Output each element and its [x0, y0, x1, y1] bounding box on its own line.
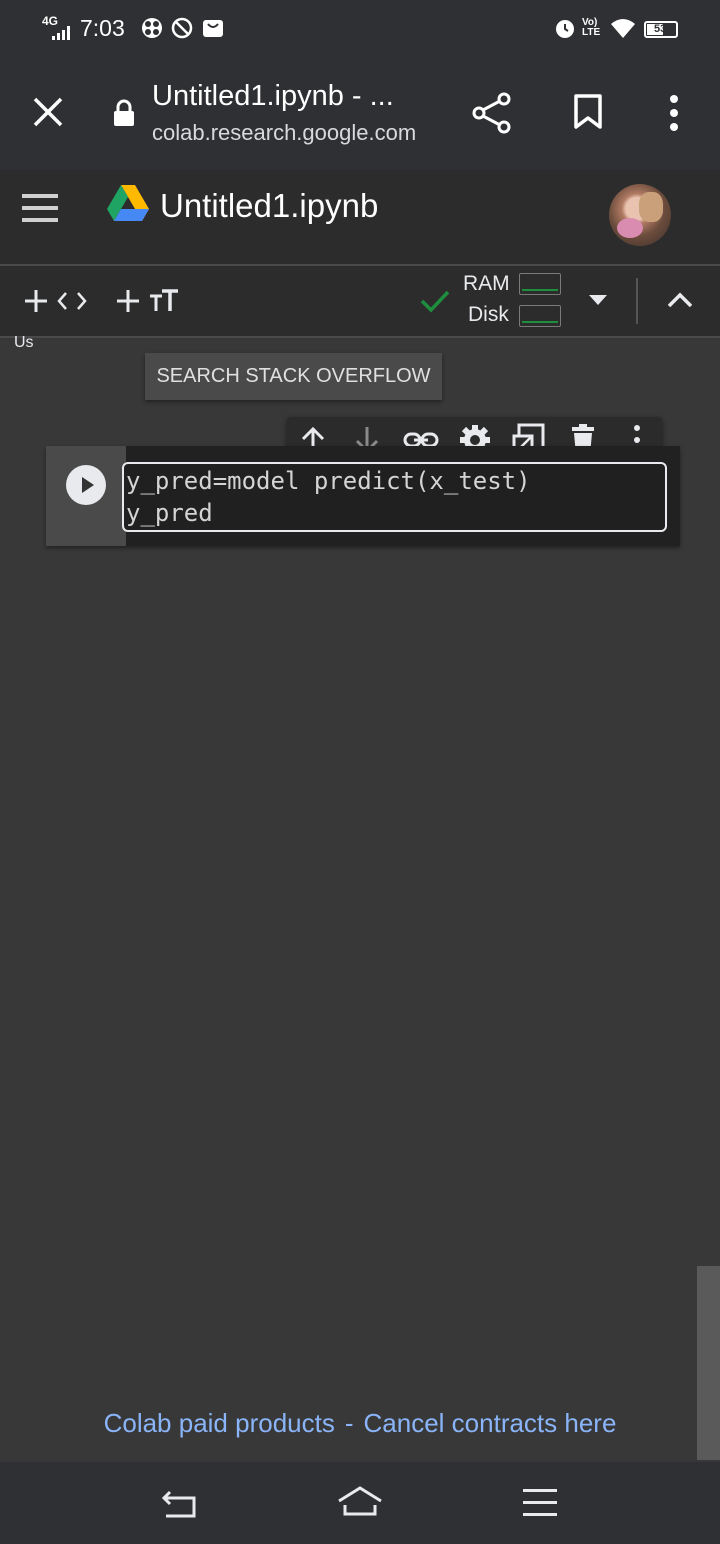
bookmark-icon[interactable]: [573, 94, 603, 130]
search-stack-overflow-tooltip[interactable]: SEARCH STACK OVERFLOW: [145, 353, 442, 400]
resources-dropdown-icon[interactable]: [589, 295, 607, 307]
wifi-icon: [611, 19, 635, 38]
truncated-label: Us: [14, 334, 34, 351]
connected-check-icon: [420, 290, 450, 313]
add-text-cell-button[interactable]: [114, 286, 184, 316]
page-title: Untitled1.ipynb - ...: [152, 80, 394, 112]
add-code-cell-button[interactable]: [22, 286, 92, 316]
colab-paid-products-link[interactable]: Colab paid products: [104, 1408, 335, 1438]
footer-links: Colab paid products - Cancel contracts her…: [0, 1408, 720, 1439]
battery-level: 53: [654, 23, 667, 35]
google-drive-icon[interactable]: [107, 185, 149, 223]
dnd-icon: [171, 17, 193, 39]
volte-indicator: Vo) LTE: [582, 17, 601, 38]
share-icon[interactable]: [472, 92, 512, 134]
signal-icon: [52, 26, 70, 40]
cancel-contracts-link[interactable]: Cancel contracts here: [364, 1408, 617, 1438]
notebook-toolbar: [0, 266, 720, 338]
more-vert-icon[interactable]: [664, 95, 684, 131]
collapse-icon[interactable]: [666, 291, 694, 309]
status-bar: 4G 7:03 Vo) LTE 53: [0, 0, 720, 58]
close-icon[interactable]: [32, 96, 64, 128]
avatar[interactable]: [609, 184, 671, 246]
lock-icon: [114, 99, 134, 126]
ram-label: RAM: [463, 272, 510, 295]
ram-usage-bar: [519, 273, 561, 295]
footer-separator: -: [344, 1408, 354, 1438]
clock: 7:03: [80, 15, 125, 41]
notebook-title[interactable]: Untitled1.ipynb: [160, 187, 378, 225]
play-icon: [82, 477, 94, 493]
recents-icon[interactable]: [523, 1489, 557, 1517]
disk-usage-bar: [519, 305, 561, 327]
url-text[interactable]: colab.research.google.com: [152, 120, 432, 146]
back-icon[interactable]: [160, 1488, 198, 1518]
alarm-icon: [556, 20, 574, 38]
add-text-icon: [117, 289, 178, 312]
run-cell-button[interactable]: [66, 465, 106, 505]
battery-icon: 53: [644, 21, 678, 38]
home-icon[interactable]: [336, 1485, 384, 1517]
shopping-bag-icon: [203, 20, 223, 37]
code-line-2[interactable]: y_pred: [126, 499, 213, 527]
toolbar-divider: [636, 278, 638, 324]
menu-icon[interactable]: [22, 194, 58, 222]
app-notification-icon: [142, 18, 162, 38]
code-line-1[interactable]: y_pred=model predict(x_test): [126, 467, 531, 495]
disk-label: Disk: [468, 303, 509, 326]
browser-toolbar: [0, 58, 720, 170]
add-code-icon: [25, 290, 87, 312]
